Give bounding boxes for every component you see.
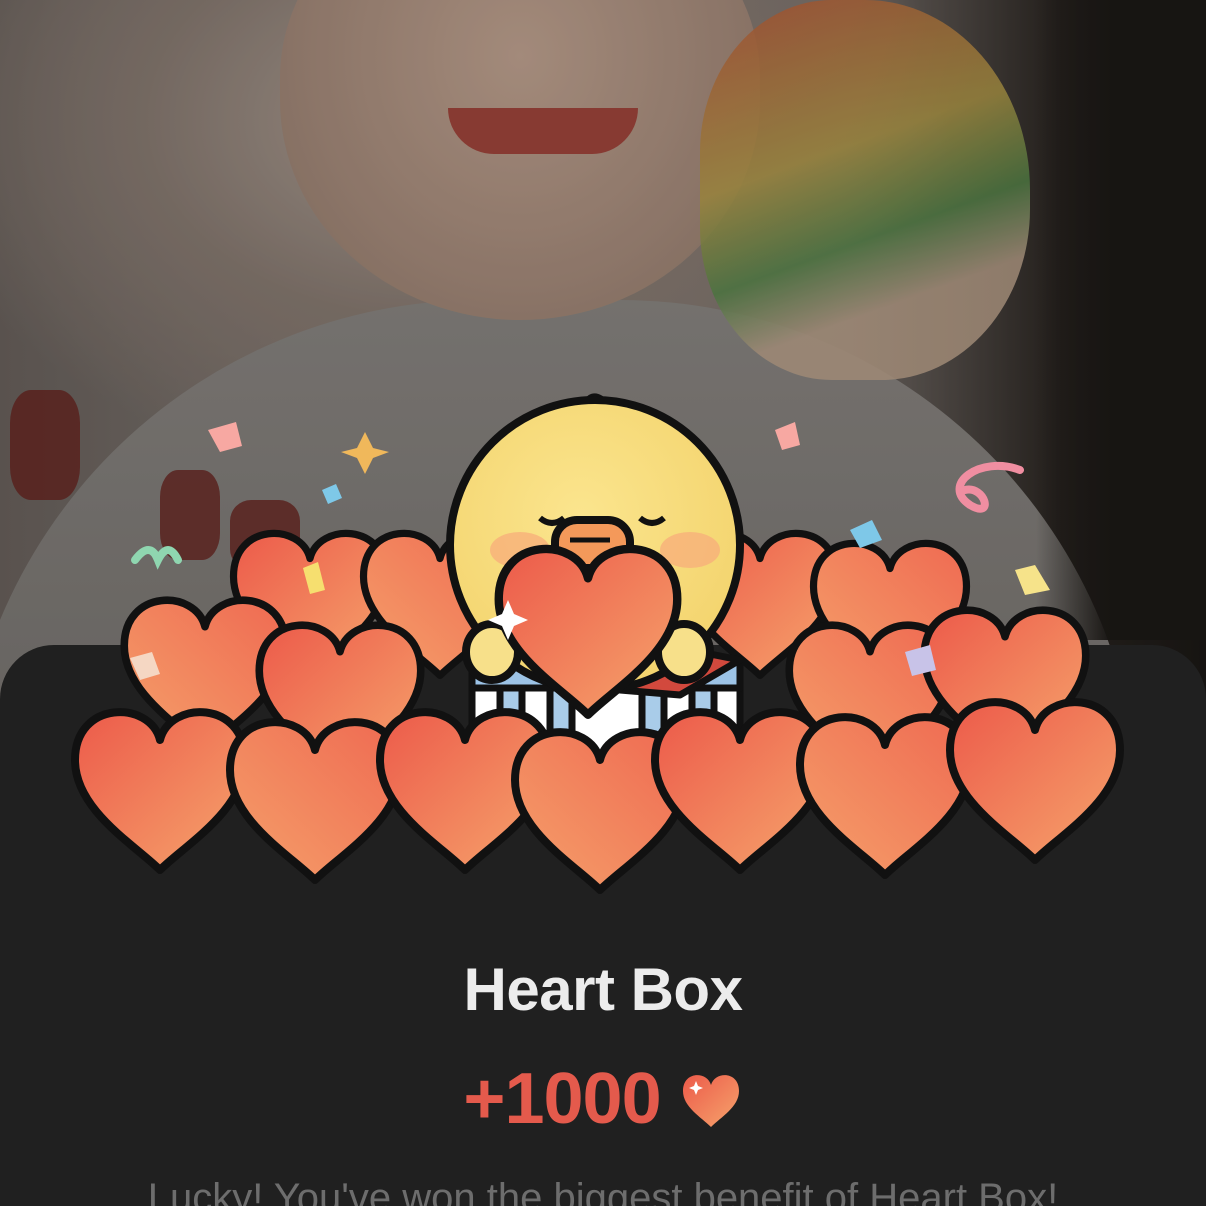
heart-shape [655, 712, 825, 870]
heart-icon [682, 1075, 739, 1127]
heart-box-chick-illustration [60, 393, 1150, 900]
heart-shape [75, 712, 245, 870]
heart-shape [950, 702, 1120, 860]
heart-box-screen: Heart Box +1000 Lucky! You've won the bi… [0, 0, 1206, 1206]
heart-shape [800, 717, 970, 875]
popup-title: Heart Box [463, 956, 743, 1023]
reward-amount: +1000 [463, 1059, 661, 1139]
heart-shape [230, 722, 400, 880]
result-message: Lucky! You've won the biggest benefit of… [147, 1176, 1059, 1206]
reward-row: +1000 [0, 1058, 1206, 1140]
